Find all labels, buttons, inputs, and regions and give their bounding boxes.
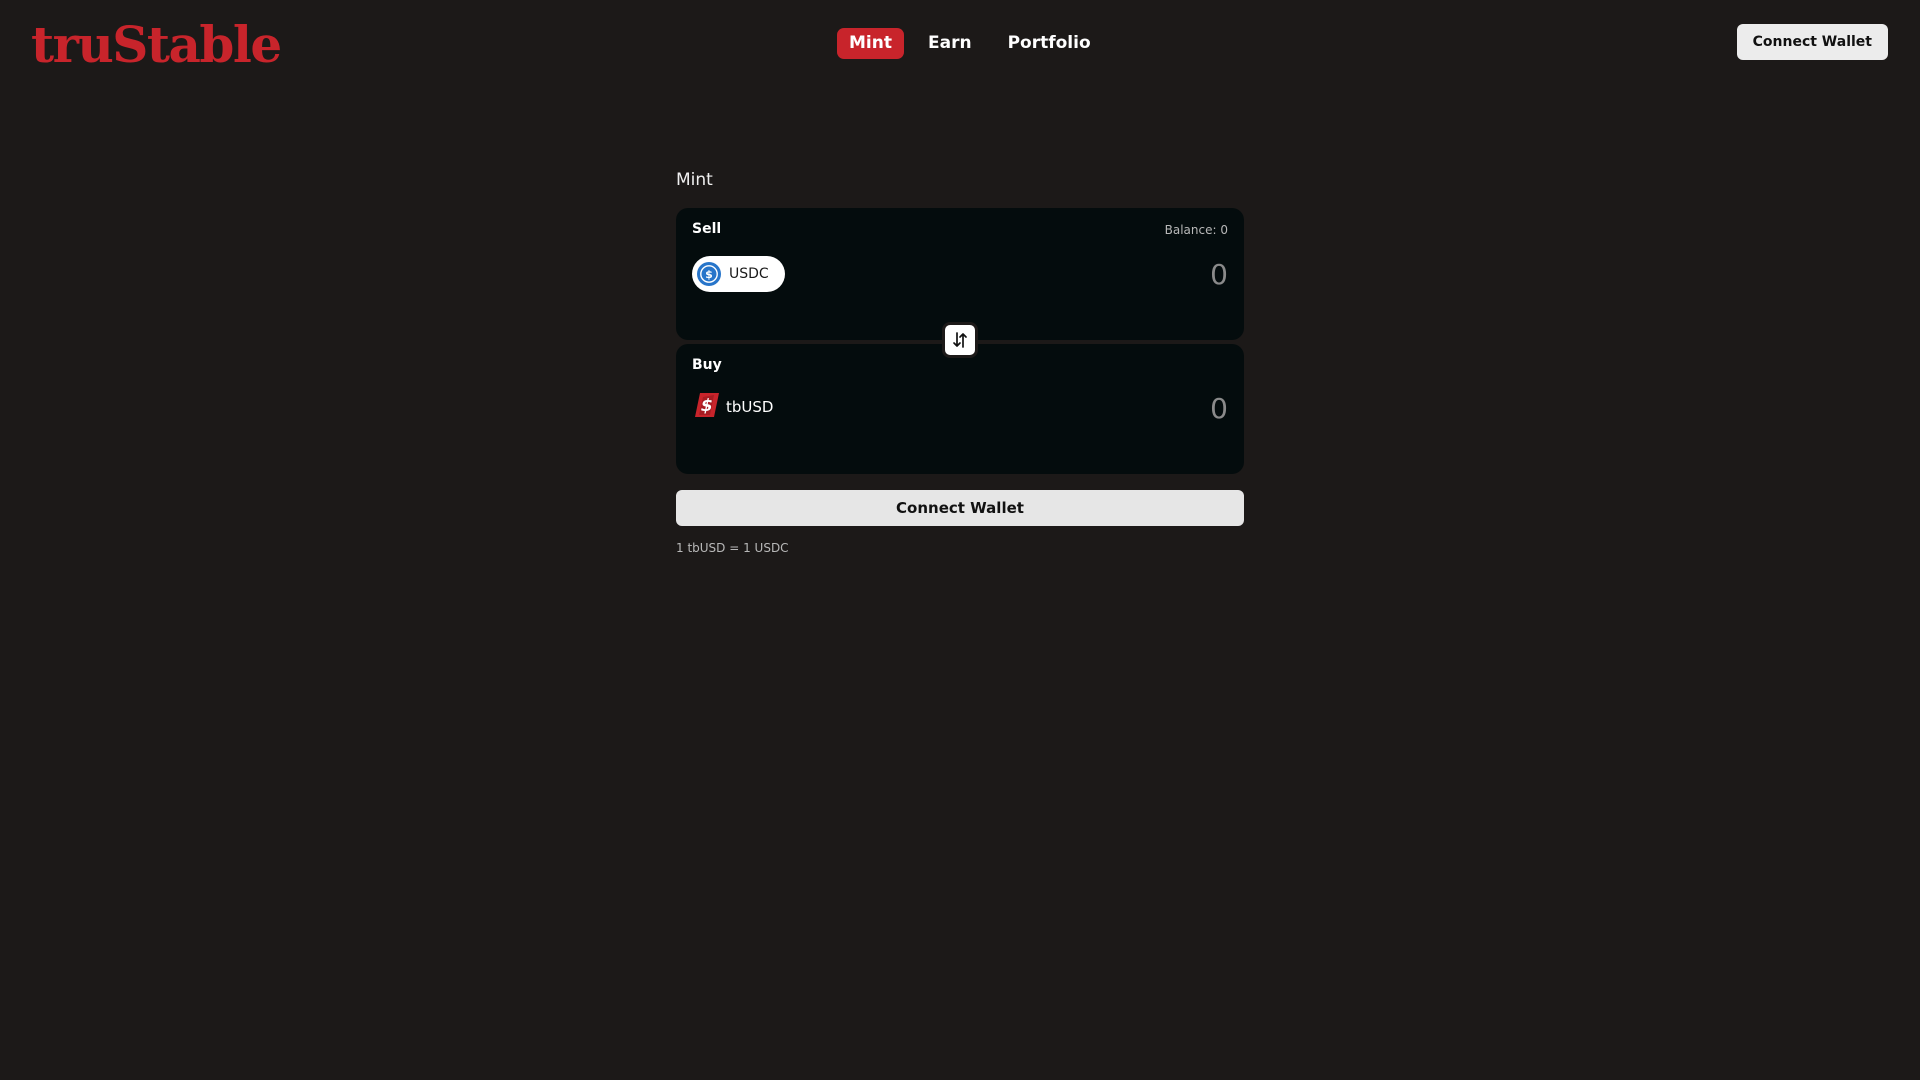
buy-token-label: tbUSD <box>726 398 774 416</box>
tab-portfolio[interactable]: Portfolio <box>996 28 1103 59</box>
header-connect-wallet-button[interactable]: Connect Wallet <box>1736 24 1888 60</box>
main-nav: Mint Earn Portfolio <box>837 28 1103 59</box>
swap-arrows-icon <box>953 332 967 348</box>
sell-token-label: USDC <box>729 266 769 282</box>
top-bar: truStable Mint Earn Portfolio Connect Wa… <box>0 0 1920 88</box>
sell-amount-input[interactable] <box>928 256 1228 292</box>
tbusd-icon: $ <box>692 390 722 424</box>
buy-box: Buy $ tbUSD <box>676 344 1244 474</box>
usdc-icon: $ <box>697 262 721 286</box>
exchange-rate: 1 tbUSD = 1 USDC <box>676 541 789 555</box>
page-title: Mint <box>676 170 713 190</box>
buy-label: Buy <box>692 357 722 373</box>
connect-wallet-button[interactable]: Connect Wallet <box>676 490 1244 526</box>
tab-earn[interactable]: Earn <box>916 28 984 59</box>
svg-text:$: $ <box>705 268 713 281</box>
sell-token-selector[interactable]: $ USDC <box>692 256 785 292</box>
swap-direction-button[interactable] <box>942 322 978 358</box>
buy-amount-input[interactable] <box>928 390 1228 426</box>
mint-panel: Mint Sell Balance: 0 $ USDC Buy <box>676 168 1244 555</box>
buy-token: $ tbUSD <box>692 392 773 422</box>
sell-balance: Balance: 0 <box>1164 223 1228 237</box>
logo[interactable]: truStable <box>31 14 282 76</box>
sell-box: Sell Balance: 0 $ USDC <box>676 208 1244 340</box>
tab-mint[interactable]: Mint <box>837 28 904 59</box>
sell-label: Sell <box>692 221 722 237</box>
